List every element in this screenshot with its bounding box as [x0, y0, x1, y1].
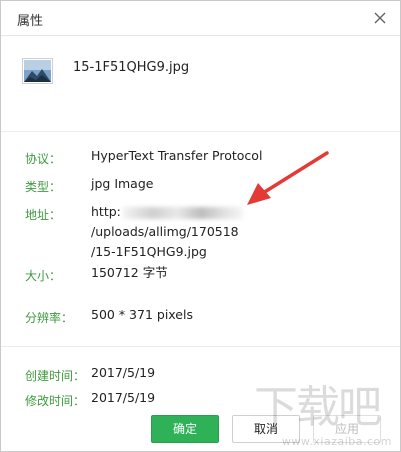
modified-value: 2017/5/19 — [91, 390, 156, 405]
section-divider — [1, 346, 400, 347]
title-bar: 属性 — [1, 1, 400, 36]
size-value: 150712 字节 — [91, 265, 168, 280]
protocol-value: HyperText Transfer Protocol — [91, 148, 263, 163]
dialog-title: 属性 — [17, 14, 44, 29]
file-header: 15-1F51QHG9.jpg — [1, 36, 400, 132]
type-value: jpg Image — [91, 176, 154, 191]
protocol-label: 协议： — [25, 152, 62, 166]
resolution-label: 分辨率： — [25, 311, 74, 325]
created-value: 2017/5/19 — [91, 365, 156, 380]
address-line-2: /15-1F51QHG9.jpg — [91, 244, 207, 259]
created-label: 创建时间： — [25, 369, 86, 383]
address-value: http: /uploads/allimg/170518 /15-1F51QHG9… — [91, 202, 391, 262]
watermark-logo: 下载吧 — [254, 382, 382, 433]
type-label: 类型： — [25, 180, 62, 194]
address-label: 地址： — [25, 208, 62, 222]
address-suffix: /uploads/allimg/170518 — [91, 224, 239, 239]
address-line-1: http: /uploads/allimg/170518 — [91, 202, 391, 242]
close-icon[interactable] — [368, 6, 392, 30]
image-thumbnail-icon — [22, 58, 53, 84]
redacted-host — [122, 206, 243, 219]
resolution-value: 500 * 371 pixels — [91, 307, 193, 322]
address-prefix: http: — [91, 204, 121, 219]
properties-dialog: 属性 15-1F51QHG9.jpg 协议： HyperText Transfe… — [0, 0, 401, 452]
modified-label: 修改时间： — [25, 394, 86, 408]
watermark-url: www.xiazaiba.com — [281, 435, 392, 448]
size-label: 大小： — [25, 269, 62, 283]
file-name: 15-1F51QHG9.jpg — [73, 60, 190, 75]
ok-button[interactable]: 确定 — [151, 415, 219, 443]
